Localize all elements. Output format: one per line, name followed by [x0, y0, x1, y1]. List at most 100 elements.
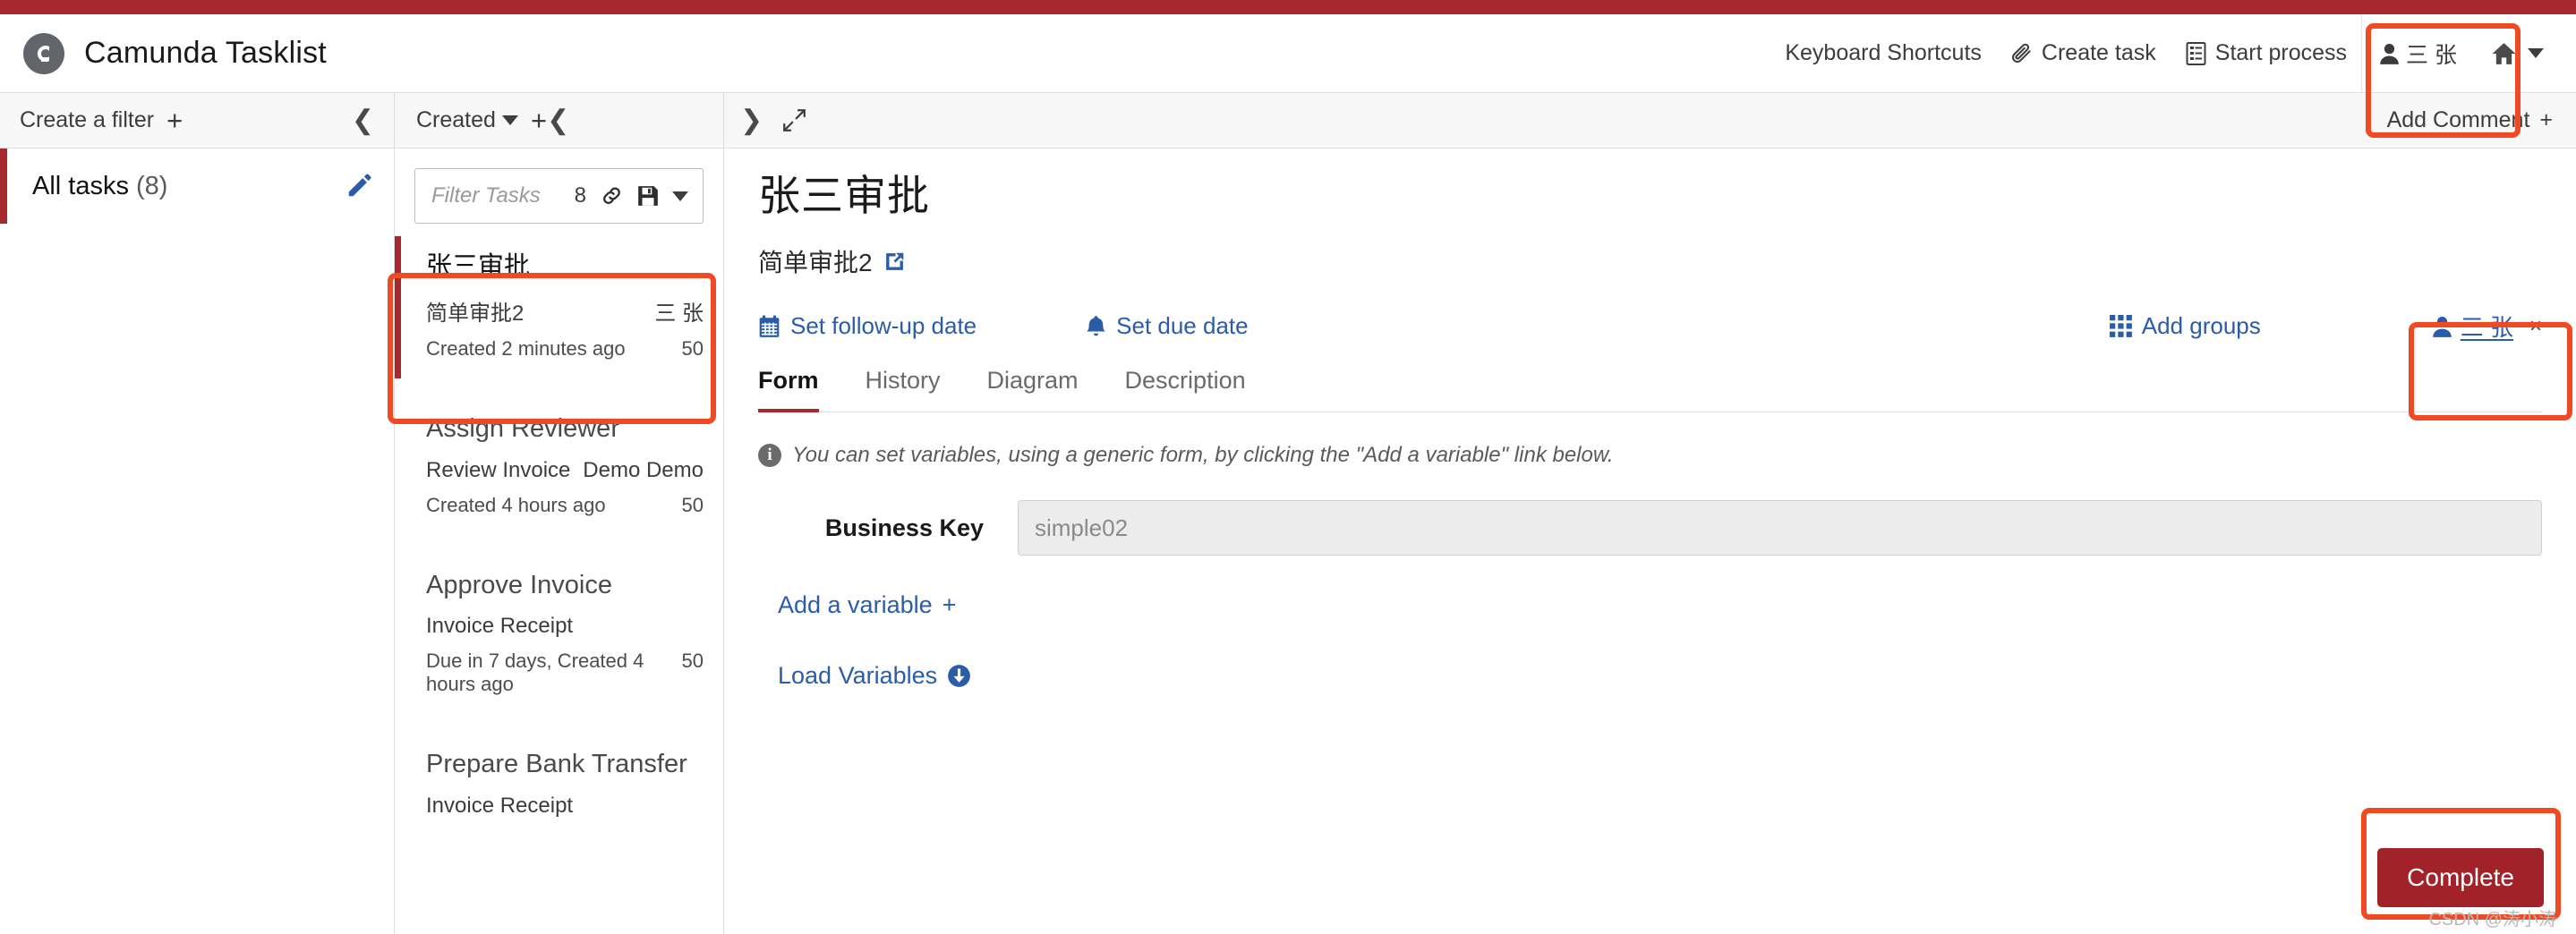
app-header: Camunda Tasklist Keyboard Shortcuts Crea…: [0, 13, 2576, 93]
filters-panel-header: Create a filter + ❮: [0, 93, 394, 149]
task-process: 简单审批2: [426, 301, 525, 327]
add-comment-plus: +: [2539, 107, 2553, 132]
task-title: Prepare Bank Transfer: [426, 750, 687, 779]
bell-icon: [1086, 315, 1106, 338]
task-title: 张三审批: [426, 252, 531, 281]
task-list: 张三审批 简单审批2 三 张 Created 2 minutes ago 50 …: [395, 224, 723, 934]
add-sort-button[interactable]: +: [531, 106, 547, 134]
external-link-icon[interactable]: [883, 250, 906, 273]
keyboard-shortcuts-label: Keyboard Shortcuts: [1785, 40, 1982, 65]
set-due-date-label: Set due date: [1116, 312, 1249, 340]
floppy-disk-icon[interactable]: [636, 184, 660, 208]
complete-button-wrap: Complete: [2377, 848, 2544, 907]
process-name: 简单审批2: [758, 249, 873, 277]
filter-count: (8): [135, 171, 168, 200]
task-list-item-selected[interactable]: 张三审批 简单审批2 三 张 Created 2 minutes ago 50: [395, 236, 723, 379]
save-filter-caret-icon[interactable]: [672, 191, 688, 201]
task-list-item[interactable]: Assign Reviewer Review Invoice Demo Demo…: [395, 398, 723, 534]
sort-label: Created: [416, 107, 496, 132]
add-groups-label: Add groups: [2141, 312, 2261, 340]
remove-assignee-icon[interactable]: ×: [2529, 314, 2542, 339]
calendar-icon: [758, 315, 780, 338]
search-result-count: 8: [574, 183, 586, 208]
sort-dropdown[interactable]: Created: [416, 107, 518, 133]
app-title: Camunda Tasklist: [84, 36, 327, 70]
add-variable-plus: +: [942, 591, 957, 619]
add-groups-button[interactable]: Add groups: [2109, 312, 2261, 340]
caret-down-icon: [501, 115, 518, 125]
sidebar-item-all-tasks[interactable]: All tasks (8): [0, 149, 394, 224]
tab-diagram[interactable]: Diagram: [987, 367, 1079, 412]
task-list-item[interactable]: Prepare Bank Transfer Invoice Receipt: [395, 734, 723, 836]
brand[interactable]: Camunda Tasklist: [23, 32, 327, 74]
caret-down-icon: [2528, 48, 2544, 58]
add-variable-button[interactable]: Add a variable +: [778, 591, 956, 619]
collapse-filters-icon[interactable]: ❮: [352, 106, 374, 134]
search-input[interactable]: [431, 183, 575, 208]
tab-history[interactable]: History: [866, 367, 941, 412]
download-circle-icon: [947, 664, 971, 688]
tab-description[interactable]: Description: [1125, 367, 1246, 412]
paperclip-icon: [2010, 42, 2034, 65]
complete-button[interactable]: Complete: [2377, 848, 2544, 907]
form-info-message: i You can set variables, using a generic…: [758, 443, 2542, 468]
business-key-input[interactable]: simple02: [1018, 500, 2542, 556]
top-accent-bar: [0, 0, 2576, 14]
business-key-row: Business Key simple02: [758, 500, 2542, 556]
filter-tasks-box[interactable]: 8: [414, 168, 704, 224]
pencil-icon[interactable]: [345, 173, 372, 200]
set-due-date-button[interactable]: Set due date: [1086, 312, 1249, 340]
tasks-panel: Created + ❮ 8: [395, 93, 724, 934]
tasklist-app: Camunda Tasklist Keyboard Shortcuts Crea…: [0, 0, 2576, 934]
search-area: 8: [395, 149, 723, 224]
add-comment-button[interactable]: Add Comment +: [2387, 107, 2553, 133]
load-variables-button[interactable]: Load Variables: [778, 662, 971, 690]
collapse-tasks-icon[interactable]: ❮: [547, 106, 569, 134]
task-meta: Created 4 hours ago: [426, 493, 606, 516]
task-priority: 50: [681, 650, 704, 673]
task-detail-header: ❯ Add Comment +: [724, 93, 2576, 149]
link-icon[interactable]: [601, 184, 624, 208]
task-process: Invoice Receipt: [426, 793, 574, 818]
keyboard-shortcuts-button[interactable]: Keyboard Shortcuts: [1770, 14, 1996, 92]
load-variables-label: Load Variables: [778, 662, 938, 690]
create-task-label: Create task: [2041, 40, 2156, 65]
assignee-chip[interactable]: 三 张 ×: [2431, 310, 2542, 343]
task-assignee: 三 张: [654, 301, 704, 327]
task-detail-panel: ❯ Add Comment + 张三审批 简单审批2 Set follow-up…: [724, 93, 2576, 934]
chevron-right-icon[interactable]: ❯: [740, 106, 763, 134]
home-menu-button[interactable]: [2473, 42, 2553, 65]
task-process: Review Invoice: [426, 457, 571, 482]
add-variable-row: Add a variable +: [778, 591, 2542, 619]
user-icon: [2431, 315, 2453, 338]
home-icon: [2491, 42, 2517, 65]
tasks-panel-header: Created + ❮: [395, 93, 723, 149]
filter-label: All tasks: [32, 171, 129, 200]
page-title: 张三审批: [758, 172, 930, 219]
create-task-button[interactable]: Create task: [1996, 14, 2171, 92]
task-title: Assign Reviewer: [426, 414, 619, 444]
start-process-button[interactable]: Start process: [2171, 14, 2361, 92]
set-follow-up-date-label: Set follow-up date: [790, 312, 977, 340]
filters-panel: Create a filter + ❮ All tasks (8): [0, 93, 395, 934]
info-message-text: You can set variables, using a generic f…: [792, 443, 1614, 468]
user-menu-button[interactable]: 三 张: [2362, 14, 2473, 92]
load-variables-row: Load Variables: [778, 662, 2542, 690]
task-detail-body: 张三审批 简单审批2 Set follow-up date Set due da…: [724, 149, 2576, 934]
assignee-name: 三 张: [2460, 314, 2513, 342]
task-title: Approve Invoice: [426, 570, 612, 599]
info-icon: i: [758, 444, 781, 468]
task-list-item[interactable]: Approve Invoice Invoice Receipt Due in 7…: [395, 555, 723, 714]
tab-form[interactable]: Form: [758, 367, 819, 413]
task-actions-row: Set follow-up date Set due date Add grou…: [758, 310, 2542, 343]
start-process-label: Start process: [2214, 40, 2348, 65]
task-process: Invoice Receipt: [426, 614, 574, 639]
task-meta: Due in 7 days, Created 4 hours ago: [426, 650, 644, 696]
list-document-icon: [2185, 41, 2207, 65]
set-follow-up-date-button[interactable]: Set follow-up date: [758, 312, 977, 340]
create-filter-plus-button[interactable]: +: [166, 106, 183, 134]
header-actions: Keyboard Shortcuts Create task Start pro…: [1770, 13, 2553, 93]
expand-arrows-icon[interactable]: [782, 108, 806, 132]
grid-icon: [2109, 315, 2132, 337]
create-filter-label[interactable]: Create a filter: [20, 107, 154, 133]
